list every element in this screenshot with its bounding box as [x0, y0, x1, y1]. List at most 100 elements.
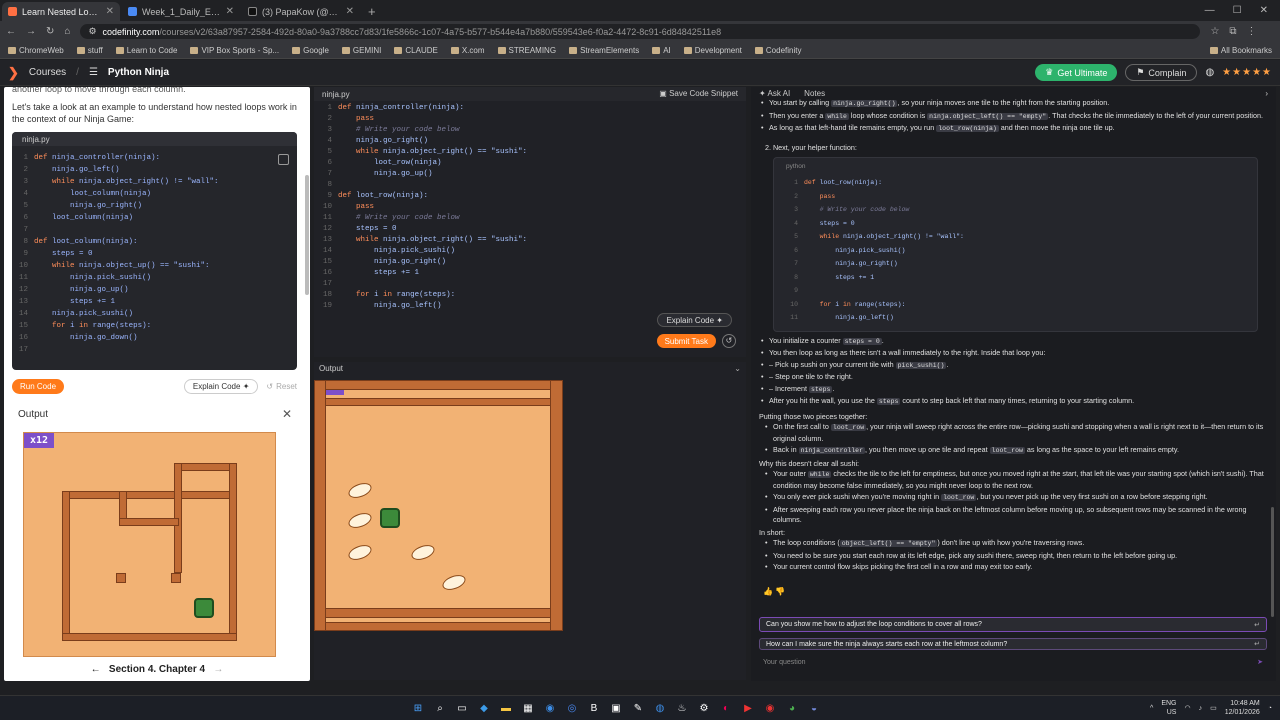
battery-icon[interactable]: ▭: [1210, 704, 1217, 712]
app-icon[interactable]: ▦: [520, 700, 536, 716]
complain-button[interactable]: ⚑ Complain: [1125, 64, 1198, 81]
run-code-button[interactable]: Run Code: [12, 378, 65, 394]
volume-icon[interactable]: ♪: [1199, 705, 1203, 712]
minimize-icon[interactable]: —: [1205, 5, 1215, 16]
bookmark[interactable]: VIP Box Sports - Sp...: [190, 46, 279, 55]
browser-tab[interactable]: Learn Nested Loops | Loops ✕: [2, 2, 120, 21]
tab-notes[interactable]: Notes: [804, 89, 825, 98]
wifi-icon[interactable]: ◠: [1184, 704, 1190, 712]
chevron-down-icon[interactable]: ⌄: [734, 364, 741, 373]
edge-icon[interactable]: ◉: [542, 700, 558, 716]
editor-file-tab[interactable]: ninja.py: [322, 90, 350, 99]
bookmark[interactable]: GEMINI: [341, 46, 381, 55]
suggestion-chip[interactable]: Can you show me how to adjust the loop c…: [759, 617, 1267, 632]
app-icon[interactable]: ◐: [718, 700, 734, 716]
app-icon[interactable]: ▣: [608, 700, 624, 716]
bookmark[interactable]: CLAUDE: [394, 46, 438, 55]
explain-code-button[interactable]: Explain Code ✦: [657, 313, 732, 327]
code-line: 10 while ninja.object_up() == "sushi":: [18, 262, 210, 270]
all-bookmarks[interactable]: All Bookmarks: [1209, 46, 1272, 55]
vscode-icon[interactable]: ◆: [476, 700, 492, 716]
star-icon[interactable]: ☆: [1210, 26, 1219, 37]
suggestion-chip[interactable]: How can I make sure the ninja always sta…: [759, 638, 1267, 650]
browser-tab[interactable]: (3) PapaKow (@papakowkow) / ✕: [242, 2, 360, 21]
bookmark[interactable]: Google: [292, 46, 329, 55]
thumbs-up-icon[interactable]: 👍: [763, 587, 773, 596]
home-icon[interactable]: ⌂: [64, 26, 70, 37]
tab-ask-ai[interactable]: ✦ Ask AI: [759, 89, 790, 98]
app-icon[interactable]: ✎: [630, 700, 646, 716]
bookmark[interactable]: STREAMING: [497, 46, 556, 55]
chrome-icon[interactable]: ◕: [784, 700, 800, 716]
bookmark[interactable]: StreamElements: [569, 46, 639, 55]
save-code-snippet-button[interactable]: ▣ Save Code Snippet: [659, 89, 738, 98]
explain-code-button[interactable]: Explain Code ✦: [183, 378, 259, 394]
app-icon[interactable]: ◉: [762, 700, 778, 716]
bookmark[interactable]: AI: [652, 46, 671, 55]
maximize-icon[interactable]: ☐: [1233, 5, 1242, 16]
courses-link[interactable]: Courses: [29, 67, 66, 78]
close-tab-icon[interactable]: ✕: [106, 6, 114, 17]
extensions-icon[interactable]: ⧉: [1229, 26, 1236, 37]
bookmark[interactable]: stuff: [76, 46, 103, 55]
sushi: [346, 510, 374, 531]
menu-icon[interactable]: ⋮: [1247, 26, 1257, 37]
bookmark[interactable]: Learn to Code: [115, 46, 177, 55]
send-icon[interactable]: ➤: [1257, 658, 1263, 666]
bookmark[interactable]: Development: [683, 46, 742, 55]
search-icon[interactable]: ⌕: [432, 700, 448, 716]
chapter-navigation: ← Section 4. Chapter 4 →: [4, 664, 310, 675]
steam-icon[interactable]: ♨: [674, 700, 690, 716]
reload-icon[interactable]: ↻: [46, 26, 54, 37]
prev-chapter-icon[interactable]: ←: [91, 664, 101, 675]
site-info-icon[interactable]: ⚙: [88, 26, 96, 37]
close-tab-icon[interactable]: ✕: [346, 6, 354, 17]
new-tab-button[interactable]: +: [360, 2, 384, 21]
globe-icon[interactable]: ◍: [1205, 67, 1214, 78]
reset-button[interactable]: ↺ Reset: [266, 382, 297, 391]
chevron-up-icon[interactable]: ^: [1150, 705, 1153, 712]
submit-task-button[interactable]: Submit Task: [656, 334, 716, 348]
question-input[interactable]: Your question ➤: [759, 655, 1267, 669]
code-line: 4 loot_column(ninja): [23, 190, 152, 198]
url-input[interactable]: ⚙ codefinity.com/courses/v2/63a87957-258…: [80, 24, 1201, 39]
output-header: Output ✕: [18, 406, 292, 422]
keyboard-language[interactable]: ENG: [1161, 700, 1176, 707]
app-icon[interactable]: B: [586, 700, 602, 716]
app-icon[interactable]: ◍: [652, 700, 668, 716]
bookmark[interactable]: Codefinity: [754, 46, 801, 55]
hamburger-icon[interactable]: ☰: [89, 67, 98, 78]
close-window-icon[interactable]: ✕: [1260, 5, 1268, 16]
task-view-icon[interactable]: ▭: [454, 700, 470, 716]
file-explorer-icon[interactable]: ▬: [498, 700, 514, 716]
copy-icon[interactable]: [278, 154, 289, 165]
heading: 2. Next, your helper function:: [765, 142, 857, 152]
next-chapter-icon[interactable]: →: [213, 664, 223, 675]
forward-icon[interactable]: →: [26, 26, 36, 37]
browser-tab[interactable]: Week_1_Daily_Exercise_Guide.d ✕: [122, 2, 240, 21]
list-item: You only ever pick sushi when you're mov…: [763, 492, 1268, 504]
scrollbar[interactable]: [305, 175, 309, 295]
back-icon[interactable]: ←: [6, 26, 16, 37]
code-line: 16 steps += 1: [322, 269, 420, 277]
bookmark[interactable]: ChromeWeb: [8, 46, 64, 55]
bookmark[interactable]: X.com: [450, 46, 485, 55]
editor-code-area[interactable]: 1 def ninja_controller(ninja): 2 pass 3 # W…: [318, 103, 746, 312]
windows-start-icon[interactable]: ⊞: [410, 700, 426, 716]
close-tab-icon[interactable]: ✕: [226, 6, 234, 17]
app-icon[interactable]: ▶: [740, 700, 756, 716]
collapse-icon[interactable]: ›: [1265, 89, 1268, 98]
rating-stars[interactable]: ★★★★★: [1222, 67, 1272, 78]
code-line: 5 ninja.go_right(): [23, 202, 143, 210]
codefinity-logo-icon[interactable]: ❯: [8, 65, 19, 81]
notifications-icon[interactable]: ◔: [1268, 705, 1272, 712]
scrollbar[interactable]: [1271, 507, 1274, 617]
app-icon[interactable]: ◎: [564, 700, 580, 716]
discord-icon[interactable]: ◒: [806, 700, 822, 716]
reset-icon[interactable]: ↺: [722, 334, 736, 348]
close-icon[interactable]: ✕: [282, 407, 292, 421]
thumbs-down-icon[interactable]: 👎: [775, 587, 785, 596]
app-icon[interactable]: ⚙: [696, 700, 712, 716]
clock-time[interactable]: 10:48 AM: [1230, 700, 1260, 707]
get-ultimate-button[interactable]: ♛ Get Ultimate: [1035, 64, 1118, 81]
